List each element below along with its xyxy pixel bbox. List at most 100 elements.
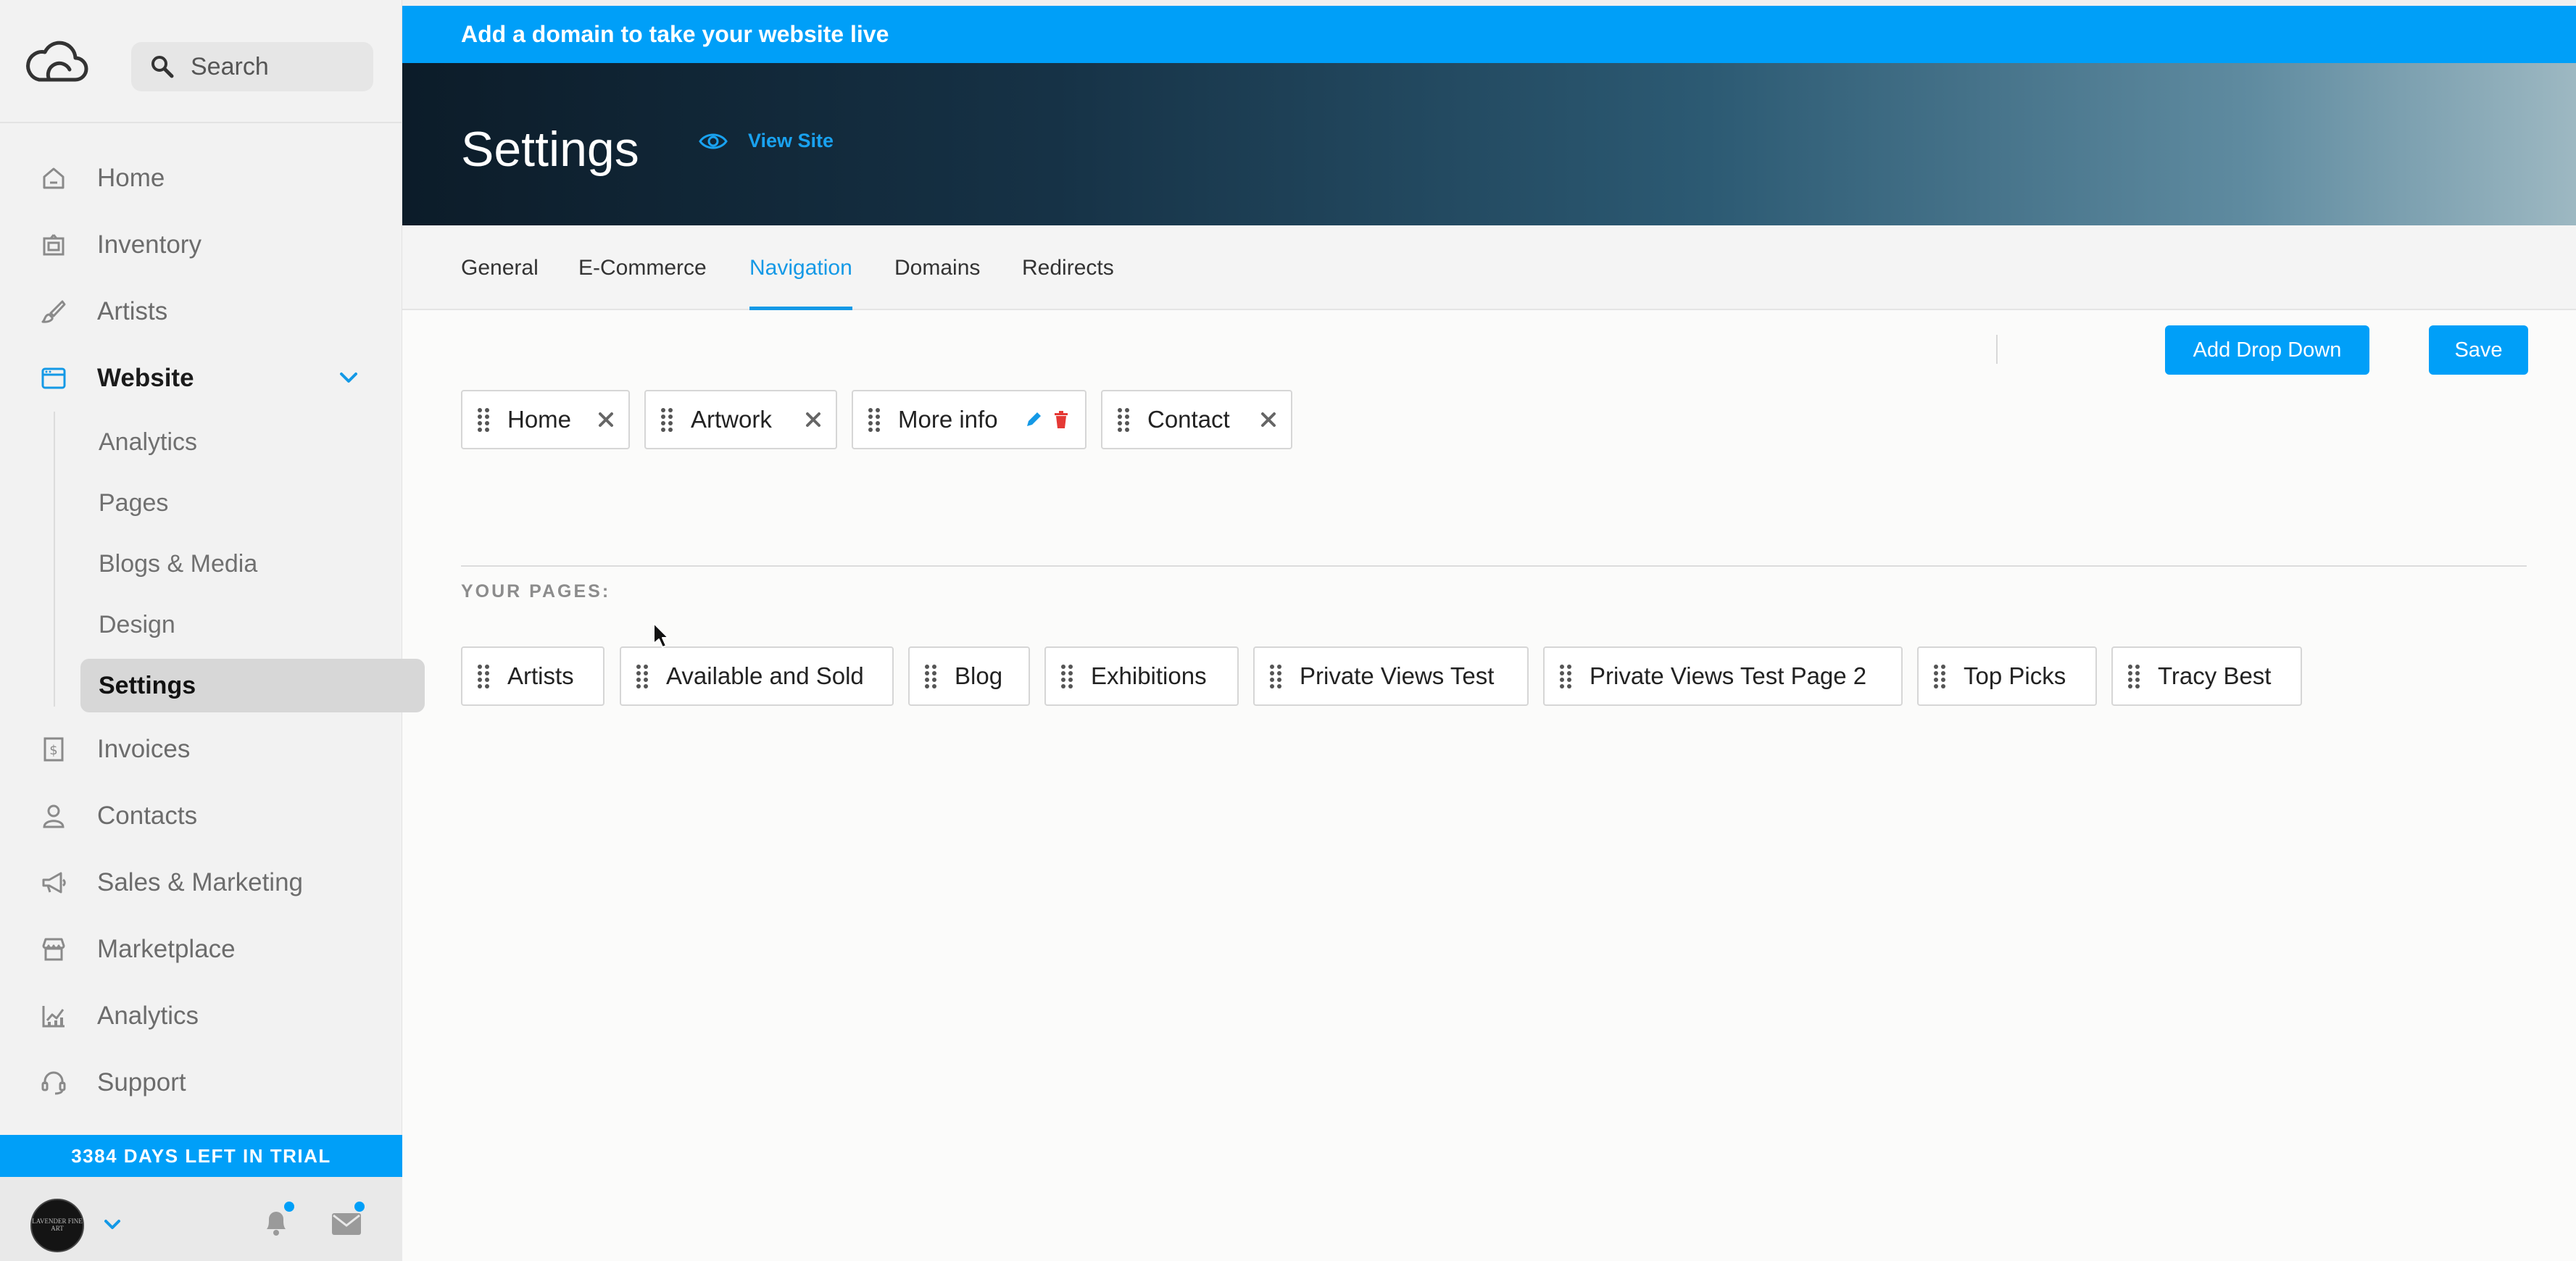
drag-handle-icon[interactable] [1269,663,1282,689]
page-chip[interactable]: Tracy Best [2111,646,2302,706]
mail-icon[interactable] [330,1209,363,1238]
search-input[interactable] [191,52,365,81]
sidebar-item-marketplace[interactable]: Marketplace [0,916,402,983]
view-site-link[interactable]: View Site [699,130,834,152]
save-button[interactable]: Save [2429,325,2528,375]
close-icon[interactable] [598,412,614,428]
nav-item-label: Artwork [691,406,772,433]
main-content: Add a domain to take your website live S… [402,0,2576,1261]
website-subnav: Analytics Pages Blogs & Media Design Set… [0,412,425,712]
nav-item-label: More info [898,406,998,433]
domain-banner-text: Add a domain to take your website live [461,21,889,47]
sidebar-item-invoices[interactable]: $ Invoices [0,716,402,783]
section-divider [461,565,2527,567]
tab-general[interactable]: General [461,225,539,310]
tab-redirects[interactable]: Redirects [1022,225,1114,310]
settings-tabs: General E-Commerce Navigation Domains Re… [402,225,2576,310]
sidebar-item-label: Invoices [97,735,191,763]
nav-item-chip[interactable]: Home [461,390,630,449]
mouse-cursor-icon [653,623,669,648]
page-chip[interactable]: Top Picks [1917,646,2097,706]
subnav-item-analytics[interactable]: Analytics [54,412,402,473]
drag-handle-icon[interactable] [1559,663,1572,689]
add-drop-down-button[interactable]: Add Drop Down [2165,325,2369,375]
invoice-icon: $ [43,737,64,762]
search-icon [151,56,174,78]
page-chip-label: Private Views Test [1300,662,1495,689]
page-header: Settings View Site [402,63,2576,225]
page-chip-label: Exhibitions [1091,662,1207,689]
page-chip[interactable]: Available and Sold [620,646,894,706]
drag-handle-icon[interactable] [1933,663,1946,689]
sidebar-item-artists[interactable]: Artists [0,278,402,345]
avatar[interactable]: LAVENDER FINE ART [30,1199,84,1252]
sidebar-header [0,0,402,123]
nav-item-chip[interactable]: Artwork [644,390,837,449]
nav-item-chip[interactable]: Contact [1101,390,1292,449]
megaphone-icon [42,872,66,894]
drag-handle-icon[interactable] [660,407,673,433]
chevron-down-icon[interactable] [103,1218,122,1232]
drag-handle-icon[interactable] [924,663,937,689]
sidebar-item-analytics[interactable]: Analytics [0,983,402,1049]
chart-icon [42,1006,65,1028]
page-chip-label: Top Picks [1964,662,2066,689]
chevron-down-icon[interactable] [338,370,359,386]
subnav-item-settings[interactable]: Settings [80,659,425,712]
headset-icon [41,1071,66,1095]
domain-banner[interactable]: Add a domain to take your website live [402,0,2576,63]
nav-item-label: Home [507,406,572,433]
nav-item-label: Contact [1147,406,1230,433]
pencil-icon[interactable] [1024,410,1043,429]
sidebar-nav: Home Inventory Artists Website Analytics… [0,145,425,1116]
subnav-item-blogs-media[interactable]: Blogs & Media [54,533,402,594]
sidebar-item-label: Website [97,364,194,392]
actions-divider [1996,335,1998,364]
drag-handle-icon[interactable] [477,663,490,689]
sidebar-item-contacts[interactable]: Contacts [0,783,402,849]
nav-dropdown-chip[interactable]: More info [852,390,1087,449]
page-chip-label: Blog [955,662,1003,689]
drag-handle-icon[interactable] [2127,663,2140,689]
close-icon[interactable] [1260,412,1276,428]
page-chip[interactable]: Blog [908,646,1030,706]
sidebar-item-inventory[interactable]: Inventory [0,212,402,278]
subnav-item-design[interactable]: Design [54,594,402,655]
page-chip[interactable]: Private Views Test Page 2 [1543,646,1903,706]
person-icon [43,804,65,828]
browser-icon [41,367,66,389]
sidebar-item-sales-marketing[interactable]: Sales & Marketing [0,849,402,916]
page-chip-label: Artists [507,662,574,689]
tab-domains[interactable]: Domains [894,225,980,310]
page-chip[interactable]: Artists [461,646,604,706]
drag-handle-icon[interactable] [477,407,490,433]
subnav-item-pages[interactable]: Pages [54,473,402,533]
drag-handle-icon[interactable] [868,407,881,433]
page-title: Settings [461,122,639,177]
cloud-logo-icon[interactable] [25,38,90,88]
sidebar-item-home[interactable]: Home [0,145,402,212]
drag-handle-icon[interactable] [1060,663,1073,689]
sidebar-item-website[interactable]: Website [0,345,402,412]
page-chip[interactable]: Exhibitions [1044,646,1239,706]
sidebar-item-label: Contacts [97,802,198,830]
tab-e-commerce[interactable]: E-Commerce [578,225,707,310]
notification-dot [284,1202,294,1212]
tab-navigation[interactable]: Navigation [749,225,852,310]
search-box[interactable] [131,42,373,91]
drag-handle-icon[interactable] [636,663,649,689]
close-icon[interactable] [805,412,821,428]
sidebar-item-support[interactable]: Support [0,1049,402,1116]
avatar-text: LAVENDER FINE ART [32,1218,83,1232]
page-chip-label: Tracy Best [2158,662,2272,689]
svg-text:$: $ [49,743,57,758]
trial-banner[interactable]: 3384 DAYS LEFT IN TRIAL [0,1135,402,1177]
page-chip-label: Private Views Test Page 2 [1590,662,1867,689]
page-chip-label: Available and Sold [666,662,864,689]
trash-icon[interactable] [1052,410,1071,429]
sidebar-item-label: Artists [97,297,168,325]
sidebar-item-label: Support [97,1068,186,1096]
message-dot [354,1202,365,1212]
page-chip[interactable]: Private Views Test [1253,646,1529,706]
drag-handle-icon[interactable] [1117,407,1130,433]
